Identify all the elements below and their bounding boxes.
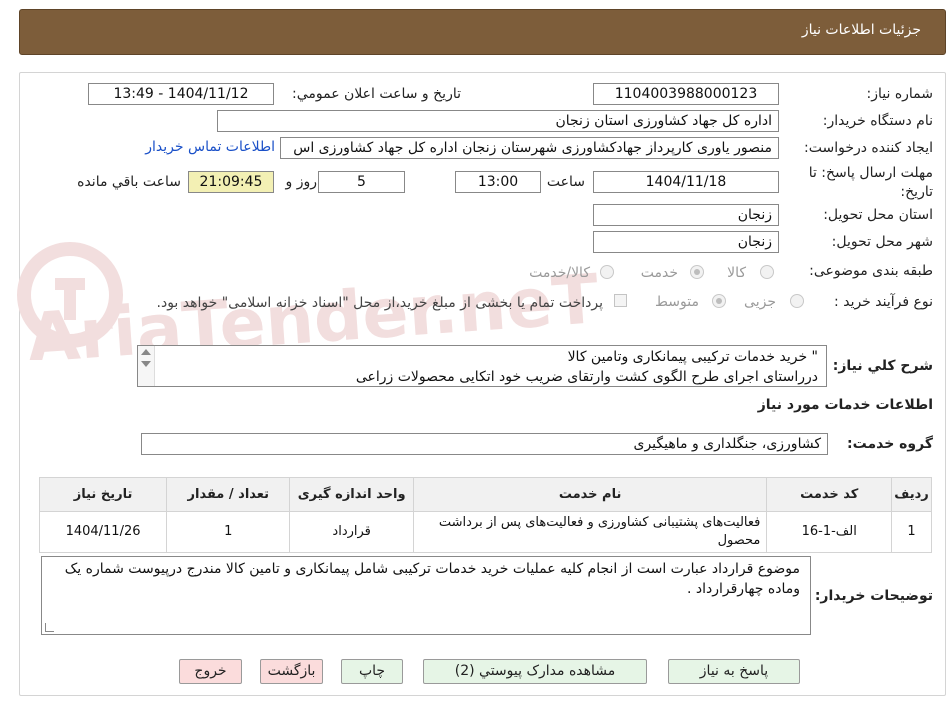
- description-line-2: درراستای اجرای طرح الگوی کشت وارتقای ضری…: [355, 369, 818, 385]
- description-textarea[interactable]: " خرید خدمات ترکیبی پیمانکاری وتامین کال…: [137, 345, 827, 387]
- cell-unit: قرارداد: [289, 511, 414, 553]
- treasury-payment-note: پرداخت تمام یا بخشی از مبلغ خرید،از محل …: [156, 295, 603, 311]
- scroll-down-icon[interactable]: [141, 361, 151, 367]
- deadline-time-label: ساعت: [546, 174, 585, 190]
- cell-name: فعالیت‌های پشتیبانی کشاورزی و فعالیت‌های…: [412, 511, 768, 553]
- remaining-time-field: 21:09:45: [188, 171, 274, 193]
- treasury-payment-checkbox[interactable]: [614, 294, 627, 307]
- category-option-goods: کالا: [727, 265, 746, 281]
- requester-field[interactable]: منصور یاوری کارپرداز جهادکشاورزی شهرستان…: [280, 137, 779, 159]
- respond-button[interactable]: پاسخ به نياز: [668, 659, 800, 684]
- category-label: طبقه بندی موضوعی:: [809, 263, 933, 279]
- buyer-field[interactable]: اداره کل جهاد کشاورزی استان زنجان: [217, 110, 779, 132]
- category-option-goods-service: کالا/خدمت: [529, 265, 590, 281]
- delivery-province-field[interactable]: زنجان: [593, 204, 779, 226]
- purchase-type-label: نوع فرآیند خرید :: [834, 294, 933, 310]
- delivery-city-label: شهر محل تحويل:: [831, 234, 933, 250]
- contact-buyer-link[interactable]: اطلاعات تماس خریدار: [145, 139, 275, 155]
- back-button[interactable]: بازگشت: [260, 659, 323, 684]
- description-scrollbar[interactable]: [138, 346, 155, 386]
- deadline-label-date: تاريخ:: [900, 184, 933, 200]
- services-table: رديف کد خدمت نام خدمت واحد اندازه گیری ت…: [38, 477, 932, 553]
- deadline-days-field[interactable]: 5: [318, 171, 405, 193]
- service-group-label: گروه خدمت:: [847, 436, 933, 452]
- category-radio-goods[interactable]: [760, 265, 774, 279]
- delivery-city-field[interactable]: زنجان: [593, 231, 779, 253]
- purchase-option-medium: متوسط: [655, 294, 699, 310]
- buyer-notes-text: موضوع قرارداد عبارت است از انجام کلیه عم…: [64, 561, 800, 597]
- category-option-service: خدمت: [640, 265, 678, 281]
- col-unit-header: واحد اندازه گیری: [289, 477, 414, 512]
- cell-code: الف-1-16: [766, 511, 893, 553]
- cell-date: 1404/11/26: [38, 511, 168, 553]
- delivery-province-label: استان محل تحويل:: [823, 207, 933, 223]
- page-header: جزئیات اطلاعات نیاز: [19, 9, 946, 55]
- scroll-up-icon[interactable]: [141, 349, 151, 355]
- remaining-label: ساعت باقي مانده: [77, 174, 181, 190]
- category-radio-goods-service[interactable]: [600, 265, 614, 279]
- page-title: جزئیات اطلاعات نیاز: [801, 22, 921, 38]
- deadline-time-field[interactable]: 13:00: [455, 171, 541, 193]
- service-group-field[interactable]: کشاورزی، جنگلداری و ماهیگیری: [141, 433, 828, 455]
- resize-handle-icon[interactable]: [45, 623, 54, 632]
- buyer-notes-textarea[interactable]: موضوع قرارداد عبارت است از انجام کلیه عم…: [41, 556, 811, 635]
- deadline-label: مهلت ارسال پاسخ: تا: [808, 165, 933, 181]
- services-section-title: اطلاعات خدمات مورد نياز: [757, 397, 933, 413]
- category-radio-service[interactable]: [690, 265, 704, 279]
- deadline-date-field[interactable]: 1404/11/18: [593, 171, 779, 193]
- description-label: شرح کلي نياز:: [832, 358, 933, 374]
- deadline-days-label: روز و: [285, 174, 318, 190]
- col-code-header: کد خدمت: [766, 477, 893, 512]
- col-date-header: تاریخ نیاز: [38, 477, 168, 512]
- print-button[interactable]: چاپ: [341, 659, 403, 684]
- cell-index: 1: [891, 511, 932, 553]
- announce-label: تاریخ و ساعت اعلان عمومي:: [292, 86, 461, 102]
- table-row: 1 الف-1-16 فعالیت‌های پشتیبانی کشاورزی و…: [38, 511, 932, 553]
- buyer-label: نام دستگاه خريدار:: [822, 113, 933, 129]
- purchase-radio-medium[interactable]: [712, 294, 726, 308]
- announce-field[interactable]: 1404/11/12 - 13:49: [88, 83, 274, 105]
- col-index-header: رديف: [891, 477, 932, 512]
- col-qty-header: تعداد / مقدار: [166, 477, 291, 512]
- buyer-notes-label: توضيحات خريدار:: [814, 588, 933, 604]
- purchase-radio-minor[interactable]: [790, 294, 804, 308]
- view-attachments-button[interactable]: مشاهده مدارک پيوستي (2): [423, 659, 647, 684]
- cell-qty: 1: [166, 511, 291, 553]
- table-header-row: رديف کد خدمت نام خدمت واحد اندازه گیری ت…: [38, 477, 932, 512]
- description-line-1: " خرید خدمات ترکیبی پیمانکاری وتامین کال…: [567, 349, 818, 365]
- purchase-option-minor: جزیی: [744, 294, 776, 310]
- requester-label: ايجاد کننده درخواست:: [804, 140, 933, 156]
- exit-button[interactable]: خروج: [179, 659, 242, 684]
- need-number-field[interactable]: 1104003988000123: [593, 83, 779, 105]
- col-name-header: نام خدمت: [412, 477, 768, 512]
- need-number-label: شماره نیاز:: [866, 86, 934, 102]
